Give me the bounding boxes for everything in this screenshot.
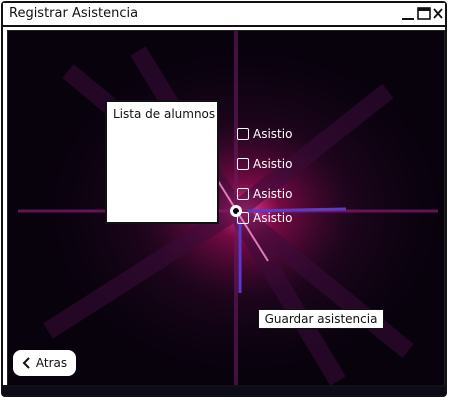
attendance-checkbox-2[interactable]: Asistio <box>237 156 292 172</box>
starburst-background <box>8 31 444 391</box>
app-window: Registrar Asistencia Lista de alumnos As… <box>1 1 447 397</box>
checkbox[interactable] <box>237 158 249 170</box>
checkbox[interactable] <box>237 128 249 140</box>
maximize-icon[interactable] <box>417 5 431 21</box>
student-list[interactable]: Lista de alumnos <box>105 100 219 224</box>
attendance-checkbox-1[interactable]: Asistio <box>237 126 292 142</box>
checkbox-label: Asistio <box>253 157 293 171</box>
close-icon[interactable] <box>432 5 444 21</box>
student-list-title: Lista de alumnos <box>113 107 216 121</box>
checkbox[interactable] <box>237 212 249 224</box>
back-button-label: Atras <box>35 356 68 370</box>
checkbox-label: Asistio <box>253 187 293 201</box>
checkbox-label: Asistio <box>253 127 293 141</box>
minimize-icon[interactable] <box>401 5 415 21</box>
checkbox[interactable] <box>237 188 249 200</box>
title-bar: Registrar Asistencia <box>3 3 445 27</box>
bottom-bar <box>3 385 445 395</box>
background-image <box>7 30 445 392</box>
checkbox-label: Asistio <box>253 211 293 225</box>
chevron-left-icon <box>22 357 30 369</box>
attendance-checkbox-4[interactable]: Asistio <box>237 210 292 226</box>
save-attendance-button[interactable]: Guardar asistencia <box>258 309 384 329</box>
attendance-checkbox-3[interactable]: Asistio <box>237 186 292 202</box>
window-title: Registrar Asistencia <box>9 6 139 21</box>
back-button[interactable]: Atras <box>13 350 76 376</box>
